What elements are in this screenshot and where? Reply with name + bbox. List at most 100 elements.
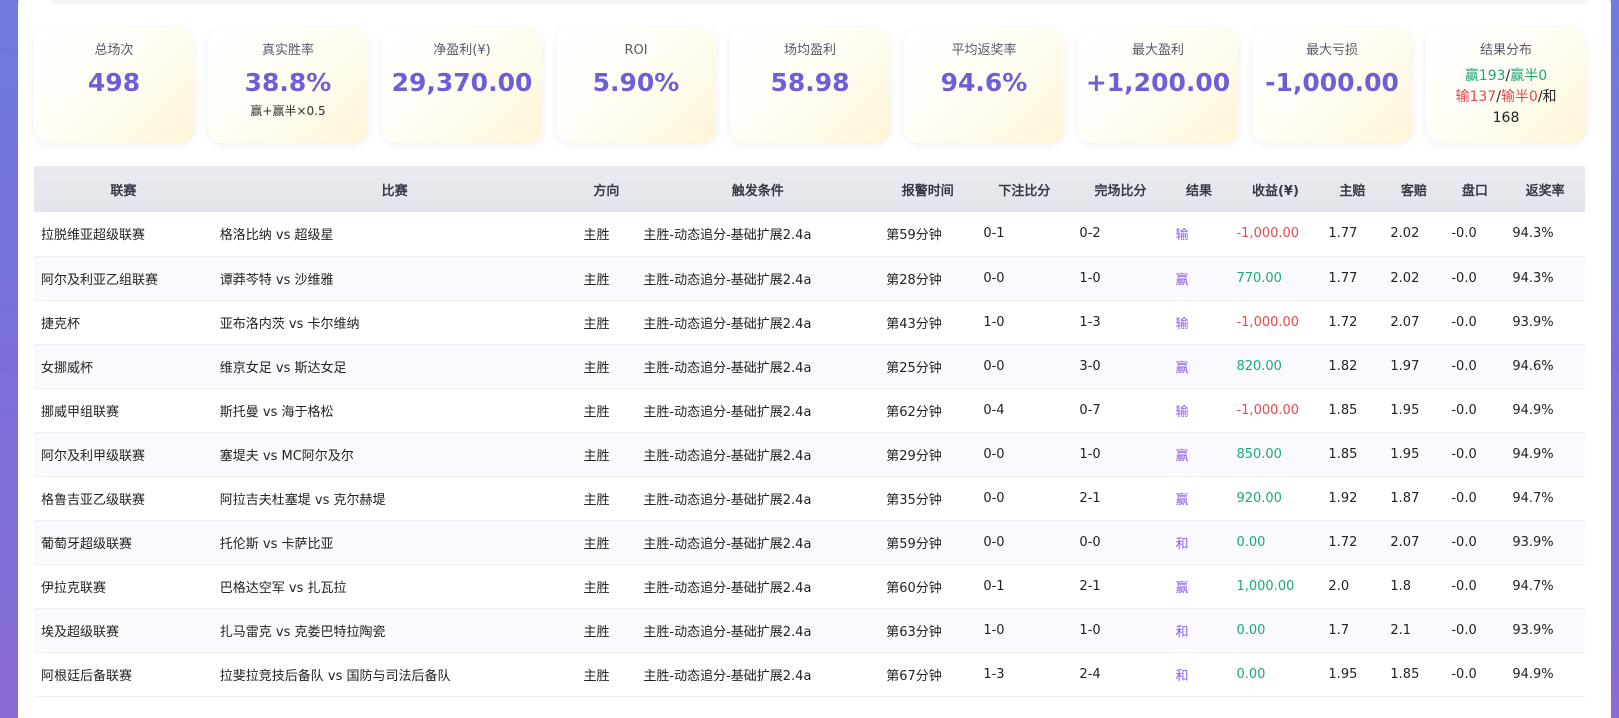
- card-roi-value: 5.90%: [592, 68, 680, 97]
- table-row[interactable]: 伊拉克联赛 巴格达空军 vs 扎瓦拉 主胜 主胜-动态追分-基础扩展2.4a 第60分钟…: [34, 564, 1585, 609]
- table-body: 拉脱维亚超级联赛 格洛比纳 vs 超级星 主胜 主胜-动态追分-基础扩展2.4a 第59…: [34, 212, 1585, 697]
- card-maxloss-label: 最大亏损: [1305, 43, 1358, 58]
- cell-match: 谭莽芩特 vs 沙维雅: [212, 256, 577, 301]
- table-row[interactable]: 葡萄牙超级联赛 托伦斯 vs 卡萨比亚 主胜 主胜-动态追分-基础扩展2.4a 第59分…: [34, 520, 1585, 565]
- cell-alert-time: 第60分钟: [879, 564, 977, 609]
- cell-bet-score: 0-1: [976, 212, 1073, 257]
- cell-alert-time: 第29分钟: [879, 432, 977, 477]
- cell-result: 和: [1168, 608, 1230, 653]
- cell-line: -0.0: [1444, 476, 1506, 521]
- col-header-match[interactable]: 比赛: [212, 166, 577, 212]
- result-distribution: 赢193/赢半0 输137/输半0/和 168: [1436, 66, 1576, 129]
- cell-away-odds: 2.07: [1383, 520, 1445, 565]
- cell-league: 阿根廷后备联赛: [34, 652, 213, 697]
- cell-away-odds: 2.02: [1383, 256, 1445, 301]
- cell-league: 埃及超级联赛: [34, 608, 213, 653]
- cell-condition: 主胜-动态追分-基础扩展2.4a: [636, 564, 880, 609]
- cell-final-score: 1-3: [1072, 300, 1169, 345]
- cell-return-rate: 94.3%: [1505, 212, 1585, 257]
- cell-direction: 主胜: [576, 476, 637, 521]
- cell-condition: 主胜-动态追分-基础扩展2.4a: [636, 476, 880, 521]
- card-return: 平均返奖率 94.6%: [904, 28, 1064, 143]
- cell-final-score: 0-0: [1072, 520, 1169, 565]
- cell-profit: 0.00: [1229, 608, 1322, 653]
- cell-away-odds: 2.1: [1383, 608, 1445, 653]
- table-row[interactable]: 阿尔及利甲级联赛 塞堤夫 vs MC阿尔及尔 主胜 主胜-动态追分-基础扩展2.4a 第…: [34, 432, 1585, 477]
- cell-away-odds: 1.97: [1383, 344, 1445, 389]
- col-header-condition[interactable]: 触发条件: [636, 166, 880, 212]
- cell-line: -0.0: [1444, 564, 1506, 609]
- cell-result: 赢: [1168, 432, 1230, 477]
- cell-home-odds: 1.92: [1321, 476, 1384, 521]
- cell-direction: 主胜: [576, 564, 637, 609]
- cell-line: -0.0: [1444, 344, 1506, 389]
- cell-condition: 主胜-动态追分-基础扩展2.4a: [636, 608, 880, 653]
- cell-condition: 主胜-动态追分-基础扩展2.4a: [636, 300, 880, 345]
- cell-bet-score: 0-1: [976, 564, 1073, 609]
- table-row[interactable]: 捷克杯 亚布洛内茨 vs 卡尔维纳 主胜 主胜-动态追分-基础扩展2.4a 第43分钟 1…: [34, 300, 1585, 345]
- col-header-alert-time[interactable]: 报警时间: [879, 166, 977, 212]
- cell-condition: 主胜-动态追分-基础扩展2.4a: [636, 212, 880, 257]
- cell-alert-time: 第59分钟: [879, 212, 977, 257]
- table-row[interactable]: 挪威甲组联赛 斯托曼 vs 海于格松 主胜 主胜-动态追分-基础扩展2.4a 第62分钟…: [34, 388, 1585, 433]
- cell-alert-time: 第35分钟: [879, 476, 977, 521]
- cell-away-odds: 1.8: [1383, 564, 1445, 609]
- cell-direction: 主胜: [576, 212, 637, 257]
- cell-bet-score: 1-0: [976, 608, 1073, 653]
- cell-away-odds: 1.95: [1383, 432, 1445, 477]
- dist-half-win: 赢半0: [1510, 68, 1548, 84]
- col-header-line[interactable]: 盘口: [1444, 166, 1506, 212]
- cell-direction: 主胜: [576, 388, 637, 433]
- cell-final-score: 0-7: [1072, 388, 1169, 433]
- cell-away-odds: 2.02: [1383, 212, 1445, 257]
- table-row[interactable]: 格鲁吉亚乙级联赛 阿拉吉夫杜塞堤 vs 克尔赫堤 主胜 主胜-动态追分-基础扩展2.4…: [34, 476, 1585, 521]
- card-net: 净盈利(¥) 29,370.00: [382, 28, 542, 143]
- table-row[interactable]: 拉脱维亚超级联赛 格洛比纳 vs 超级星 主胜 主胜-动态追分-基础扩展2.4a 第59…: [34, 212, 1585, 257]
- card-total: 总场次 498: [34, 28, 194, 143]
- dist-win: 赢193: [1464, 68, 1506, 84]
- cell-return-rate: 94.3%: [1505, 256, 1585, 301]
- cell-final-score: 1-0: [1072, 432, 1169, 477]
- card-avg: 场均盈利 58.98: [730, 28, 890, 143]
- col-header-profit[interactable]: 收益(¥): [1229, 166, 1322, 212]
- cell-return-rate: 93.9%: [1505, 300, 1585, 345]
- table-row[interactable]: 阿根廷后备联赛 拉斐拉竞技后备队 vs 国防与司法后备队 主胜 主胜-动态追分-基础扩…: [34, 652, 1585, 697]
- cell-return-rate: 94.9%: [1505, 388, 1585, 433]
- cell-match: 维京女足 vs 斯达女足: [212, 344, 577, 389]
- cell-bet-score: 0-0: [976, 344, 1073, 389]
- cell-away-odds: 1.95: [1383, 388, 1445, 433]
- col-header-away-odds[interactable]: 客赔: [1383, 166, 1445, 212]
- cell-return-rate: 94.7%: [1505, 564, 1585, 609]
- cell-result: 赢: [1168, 344, 1230, 389]
- col-header-return-rate[interactable]: 返奖率: [1505, 166, 1585, 212]
- col-header-league[interactable]: 联赛: [34, 166, 213, 212]
- col-header-bet-score[interactable]: 下注比分: [976, 166, 1073, 212]
- card-winrate-label: 真实胜率: [261, 43, 314, 58]
- cell-return-rate: 94.9%: [1505, 432, 1585, 477]
- cell-direction: 主胜: [576, 256, 637, 301]
- cell-home-odds: 2.0: [1321, 564, 1384, 609]
- cell-final-score: 1-0: [1072, 256, 1169, 301]
- cell-alert-time: 第28分钟: [879, 256, 977, 301]
- cell-home-odds: 1.72: [1321, 520, 1384, 565]
- card-avg-value: 58.98: [770, 68, 850, 97]
- table-row[interactable]: 埃及超级联赛 扎马雷克 vs 克娄巴特拉陶瓷 主胜 主胜-动态追分-基础扩展2.4a 第…: [34, 608, 1585, 653]
- cell-alert-time: 第62分钟: [879, 388, 977, 433]
- table-row[interactable]: 阿尔及利亚乙组联赛 谭莽芩特 vs 沙维雅 主胜 主胜-动态追分-基础扩展2.4a 第2…: [34, 256, 1585, 301]
- cell-condition: 主胜-动态追分-基础扩展2.4a: [636, 344, 880, 389]
- col-header-direction[interactable]: 方向: [576, 166, 637, 212]
- cell-result: 和: [1168, 520, 1230, 565]
- cell-condition: 主胜-动态追分-基础扩展2.4a: [636, 652, 880, 697]
- cell-bet-score: 1-3: [976, 652, 1073, 697]
- card-winrate: 真实胜率 38.8% 赢+赢半×0.5: [208, 28, 368, 143]
- col-header-result[interactable]: 结果: [1168, 166, 1230, 212]
- cell-home-odds: 1.77: [1321, 212, 1384, 257]
- cell-return-rate: 94.9%: [1505, 652, 1585, 697]
- cell-result: 输: [1168, 212, 1230, 257]
- col-header-home-odds[interactable]: 主赔: [1321, 166, 1384, 212]
- col-header-final-score[interactable]: 完场比分: [1072, 166, 1169, 212]
- cell-return-rate: 93.9%: [1505, 520, 1585, 565]
- cell-league: 拉脱维亚超级联赛: [34, 212, 213, 257]
- cell-return-rate: 94.6%: [1505, 344, 1585, 389]
- table-row[interactable]: 女挪威杯 维京女足 vs 斯达女足 主胜 主胜-动态追分-基础扩展2.4a 第25分钟 0…: [34, 344, 1585, 389]
